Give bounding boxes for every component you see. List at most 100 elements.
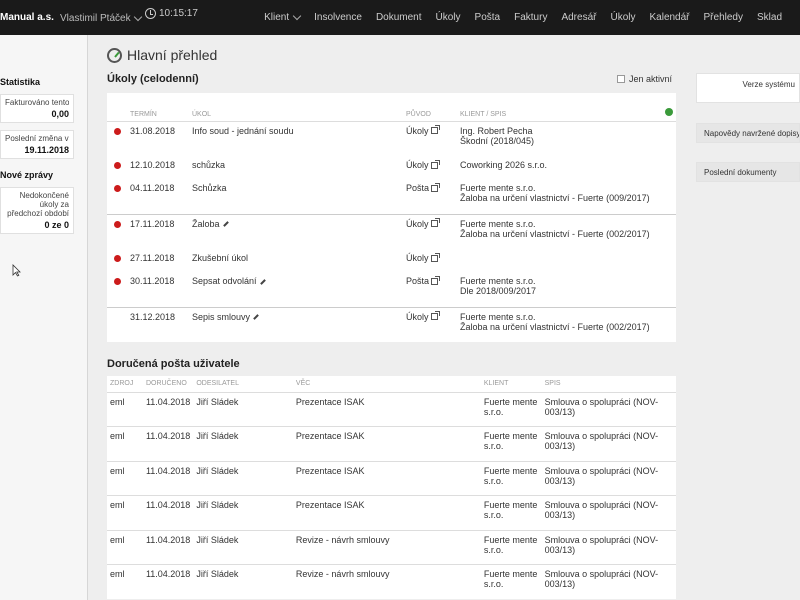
task-row[interactable]: 12.10.2018 schůzka Úkoly Coworking 2026 s.r… bbox=[107, 156, 676, 179]
nav-insolvence[interactable]: Insolvence bbox=[314, 12, 362, 23]
task-source[interactable]: Úkoly bbox=[403, 121, 457, 156]
task-name[interactable]: Sepis smlouvy bbox=[189, 306, 403, 342]
external-link-icon[interactable] bbox=[430, 218, 440, 227]
edit-icon[interactable] bbox=[259, 278, 266, 285]
mail-file[interactable]: Smlouva o spolupráci (NOV-003/13) bbox=[541, 460, 676, 496]
mail-row[interactable]: eml 11.04.2018 Jiří Sládek Revize - návrh s… bbox=[107, 564, 676, 599]
task-source[interactable]: Úkoly bbox=[403, 213, 457, 249]
nav-ukoly-2[interactable]: Úkoly bbox=[610, 12, 635, 23]
refresh-icon[interactable] bbox=[665, 107, 673, 116]
mail-row[interactable]: eml 11.04.2018 Jiří Sládek Prezentace ISAK F… bbox=[107, 426, 676, 461]
task-row[interactable]: 31.12.2018 Sepis smlouvy Úkoly Fuerte mente… bbox=[107, 306, 676, 342]
user-name: Vlastimil Ptáček bbox=[60, 12, 131, 24]
edit-icon[interactable] bbox=[222, 221, 229, 227]
task-client[interactable]: Fuerte mente s.r.o. bbox=[460, 276, 673, 286]
col-date[interactable]: TERMÍN bbox=[127, 93, 189, 122]
task-client[interactable]: Ing. Robert Pecha bbox=[460, 126, 673, 136]
mail-row[interactable]: eml 11.04.2018 Jiří Sládek Prezentace ISAK F… bbox=[107, 391, 676, 427]
nav-dokument[interactable]: Dokument bbox=[376, 12, 422, 23]
task-client[interactable]: Fuerte mente s.r.o. bbox=[460, 183, 673, 193]
col-client-file[interactable]: KLIENT / SPIS bbox=[457, 93, 652, 122]
mail-client[interactable]: Fuerte mente s.r.o. bbox=[480, 529, 542, 565]
task-client[interactable]: Fuerte mente s.r.o. bbox=[460, 312, 673, 322]
company-name: Manual a.s. bbox=[0, 12, 54, 23]
col-mail-sender[interactable]: ODESILATEL bbox=[193, 376, 293, 393]
mail-file[interactable]: Smlouva o spolupráci (NOV-003/13) bbox=[541, 529, 676, 565]
nav-prehledy[interactable]: Přehledy bbox=[704, 12, 743, 23]
external-link-icon[interactable] bbox=[431, 182, 441, 192]
col-mail-file[interactable]: SPIS bbox=[541, 376, 676, 393]
nav-posta[interactable]: Pošta bbox=[475, 12, 501, 23]
news-unfinished-tasks[interactable]: Nedokončené úkoly za předchozí období 0 … bbox=[0, 187, 74, 234]
task-name[interactable]: Zkušební úkol bbox=[189, 249, 403, 272]
task-name[interactable]: Žaloba bbox=[189, 213, 403, 249]
col-mail-date[interactable]: DORUČENO bbox=[142, 376, 194, 393]
task-row[interactable]: 30.11.2018 Sepsat odvolání Pošta Fuerte men… bbox=[107, 272, 676, 307]
mail-subject[interactable]: Prezentace ISAK bbox=[292, 426, 481, 461]
mail-client[interactable]: Fuerte mente s.r.o. bbox=[480, 391, 542, 427]
task-row[interactable]: 17.11.2018 Žaloba Úkoly Fuerte mente s.r.o.… bbox=[107, 213, 676, 249]
mail-subject[interactable]: Prezentace ISAK bbox=[292, 495, 481, 530]
mail-client[interactable]: Fuerte mente s.r.o. bbox=[480, 460, 542, 496]
task-file[interactable]: Žaloba na určení vlastnictví - Fuerte (0… bbox=[460, 229, 673, 239]
task-name[interactable]: Schůzka bbox=[189, 179, 403, 214]
nav-adresar[interactable]: Adresář bbox=[561, 12, 596, 23]
mail-client[interactable]: Fuerte mente s.r.o. bbox=[480, 495, 542, 530]
task-file[interactable]: Škodní (2018/045) bbox=[460, 136, 673, 146]
task-name[interactable]: Sepsat odvolání bbox=[189, 272, 403, 307]
external-link-icon[interactable] bbox=[430, 125, 440, 134]
col-action[interactable] bbox=[652, 93, 676, 122]
task-source[interactable]: Pošta bbox=[403, 272, 457, 307]
col-mail-client[interactable]: KLIENT bbox=[480, 376, 542, 393]
mail-file[interactable]: Smlouva o spolupráci (NOV-003/13) bbox=[541, 391, 676, 427]
mail-subject[interactable]: Revize - návrh smlouvy bbox=[292, 529, 481, 565]
only-active-filter[interactable]: Jen aktivní bbox=[617, 74, 672, 84]
task-source[interactable]: Úkoly bbox=[403, 306, 457, 342]
mail-file[interactable]: Smlouva o spolupráci (NOV-003/13) bbox=[541, 495, 676, 530]
task-file[interactable]: Žaloba na určení vlastnictví - Fuerte (0… bbox=[460, 322, 673, 332]
task-source[interactable]: Úkoly bbox=[403, 249, 457, 272]
edit-icon[interactable] bbox=[253, 314, 259, 320]
task-row[interactable]: 31.08.2018 Info soud - jednání soudu Úkoly… bbox=[107, 121, 676, 156]
task-source[interactable]: Úkoly bbox=[403, 156, 457, 179]
task-name[interactable]: Info soud - jednání soudu bbox=[189, 121, 403, 156]
mail-row[interactable]: eml 11.04.2018 Jiří Sládek Prezentace ISAK F… bbox=[107, 460, 676, 496]
task-source[interactable]: Pošta bbox=[403, 179, 457, 214]
external-link-icon[interactable] bbox=[430, 252, 440, 262]
task-client-file: Ing. Robert Pecha Škodní (2018/045) bbox=[457, 121, 676, 156]
mail-row[interactable]: eml 11.04.2018 Jiří Sládek Prezentace ISAK F… bbox=[107, 495, 676, 530]
mail-client[interactable]: Fuerte mente s.r.o. bbox=[480, 564, 542, 599]
nav-ukoly[interactable]: Úkoly bbox=[436, 12, 461, 23]
task-row[interactable]: 27.11.2018 Zkušební úkol Úkoly bbox=[107, 249, 676, 272]
task-client[interactable]: Fuerte mente s.r.o. bbox=[460, 219, 673, 229]
mail-client[interactable]: Fuerte mente s.r.o. bbox=[480, 426, 542, 461]
nav-faktury[interactable]: Faktury bbox=[514, 12, 547, 23]
col-source[interactable]: PŮVOD bbox=[403, 93, 457, 122]
task-client[interactable]: Coworking 2026 s.r.o. bbox=[460, 160, 673, 170]
col-mail-source[interactable]: ZDROJ bbox=[107, 376, 143, 393]
mail-file[interactable]: Smlouva o spolupráci (NOV-003/13) bbox=[541, 426, 676, 461]
mail-file[interactable]: Smlouva o spolupráci (NOV-003/13) bbox=[541, 564, 676, 599]
col-task[interactable]: ÚKOL bbox=[189, 93, 403, 122]
last-documents-box[interactable]: Poslední dokumenty bbox=[696, 162, 800, 182]
nav-klient[interactable]: Klient bbox=[264, 11, 302, 23]
mail-row[interactable]: eml 11.04.2018 Jiří Sládek Revize - návrh s… bbox=[107, 529, 676, 565]
external-link-icon[interactable] bbox=[431, 275, 441, 285]
nav-sklad[interactable]: Sklad bbox=[757, 12, 782, 23]
only-active-checkbox[interactable] bbox=[617, 75, 625, 83]
nav-kalendar[interactable]: Kalendář bbox=[649, 12, 689, 23]
task-file[interactable]: Dle 2018/009/2017 bbox=[460, 286, 673, 296]
external-link-icon[interactable] bbox=[430, 159, 440, 169]
last-documents: Poslední dokumenty bbox=[704, 168, 777, 177]
mail-subject[interactable]: Prezentace ISAK bbox=[292, 460, 481, 496]
suggested-letters-box[interactable]: Napovědy navržené dopisy bbox=[696, 123, 800, 143]
mail-subject[interactable]: Revize - návrh smlouvy bbox=[292, 564, 481, 599]
task-row[interactable]: 04.11.2018 Schůzka Pošta Fuerte mente s.r.o… bbox=[107, 179, 676, 214]
task-file[interactable]: Žaloba na určení vlastnictví - Fuerte (0… bbox=[460, 193, 673, 203]
col-mail-subject[interactable]: VĚC bbox=[292, 376, 481, 393]
task-date: 17.11.2018 bbox=[127, 213, 189, 249]
mail-subject[interactable]: Prezentace ISAK bbox=[292, 391, 481, 427]
external-link-icon[interactable] bbox=[430, 311, 440, 320]
task-name[interactable]: schůzka bbox=[189, 156, 403, 179]
user-select[interactable]: Vlastimil Ptáček bbox=[60, 10, 142, 26]
